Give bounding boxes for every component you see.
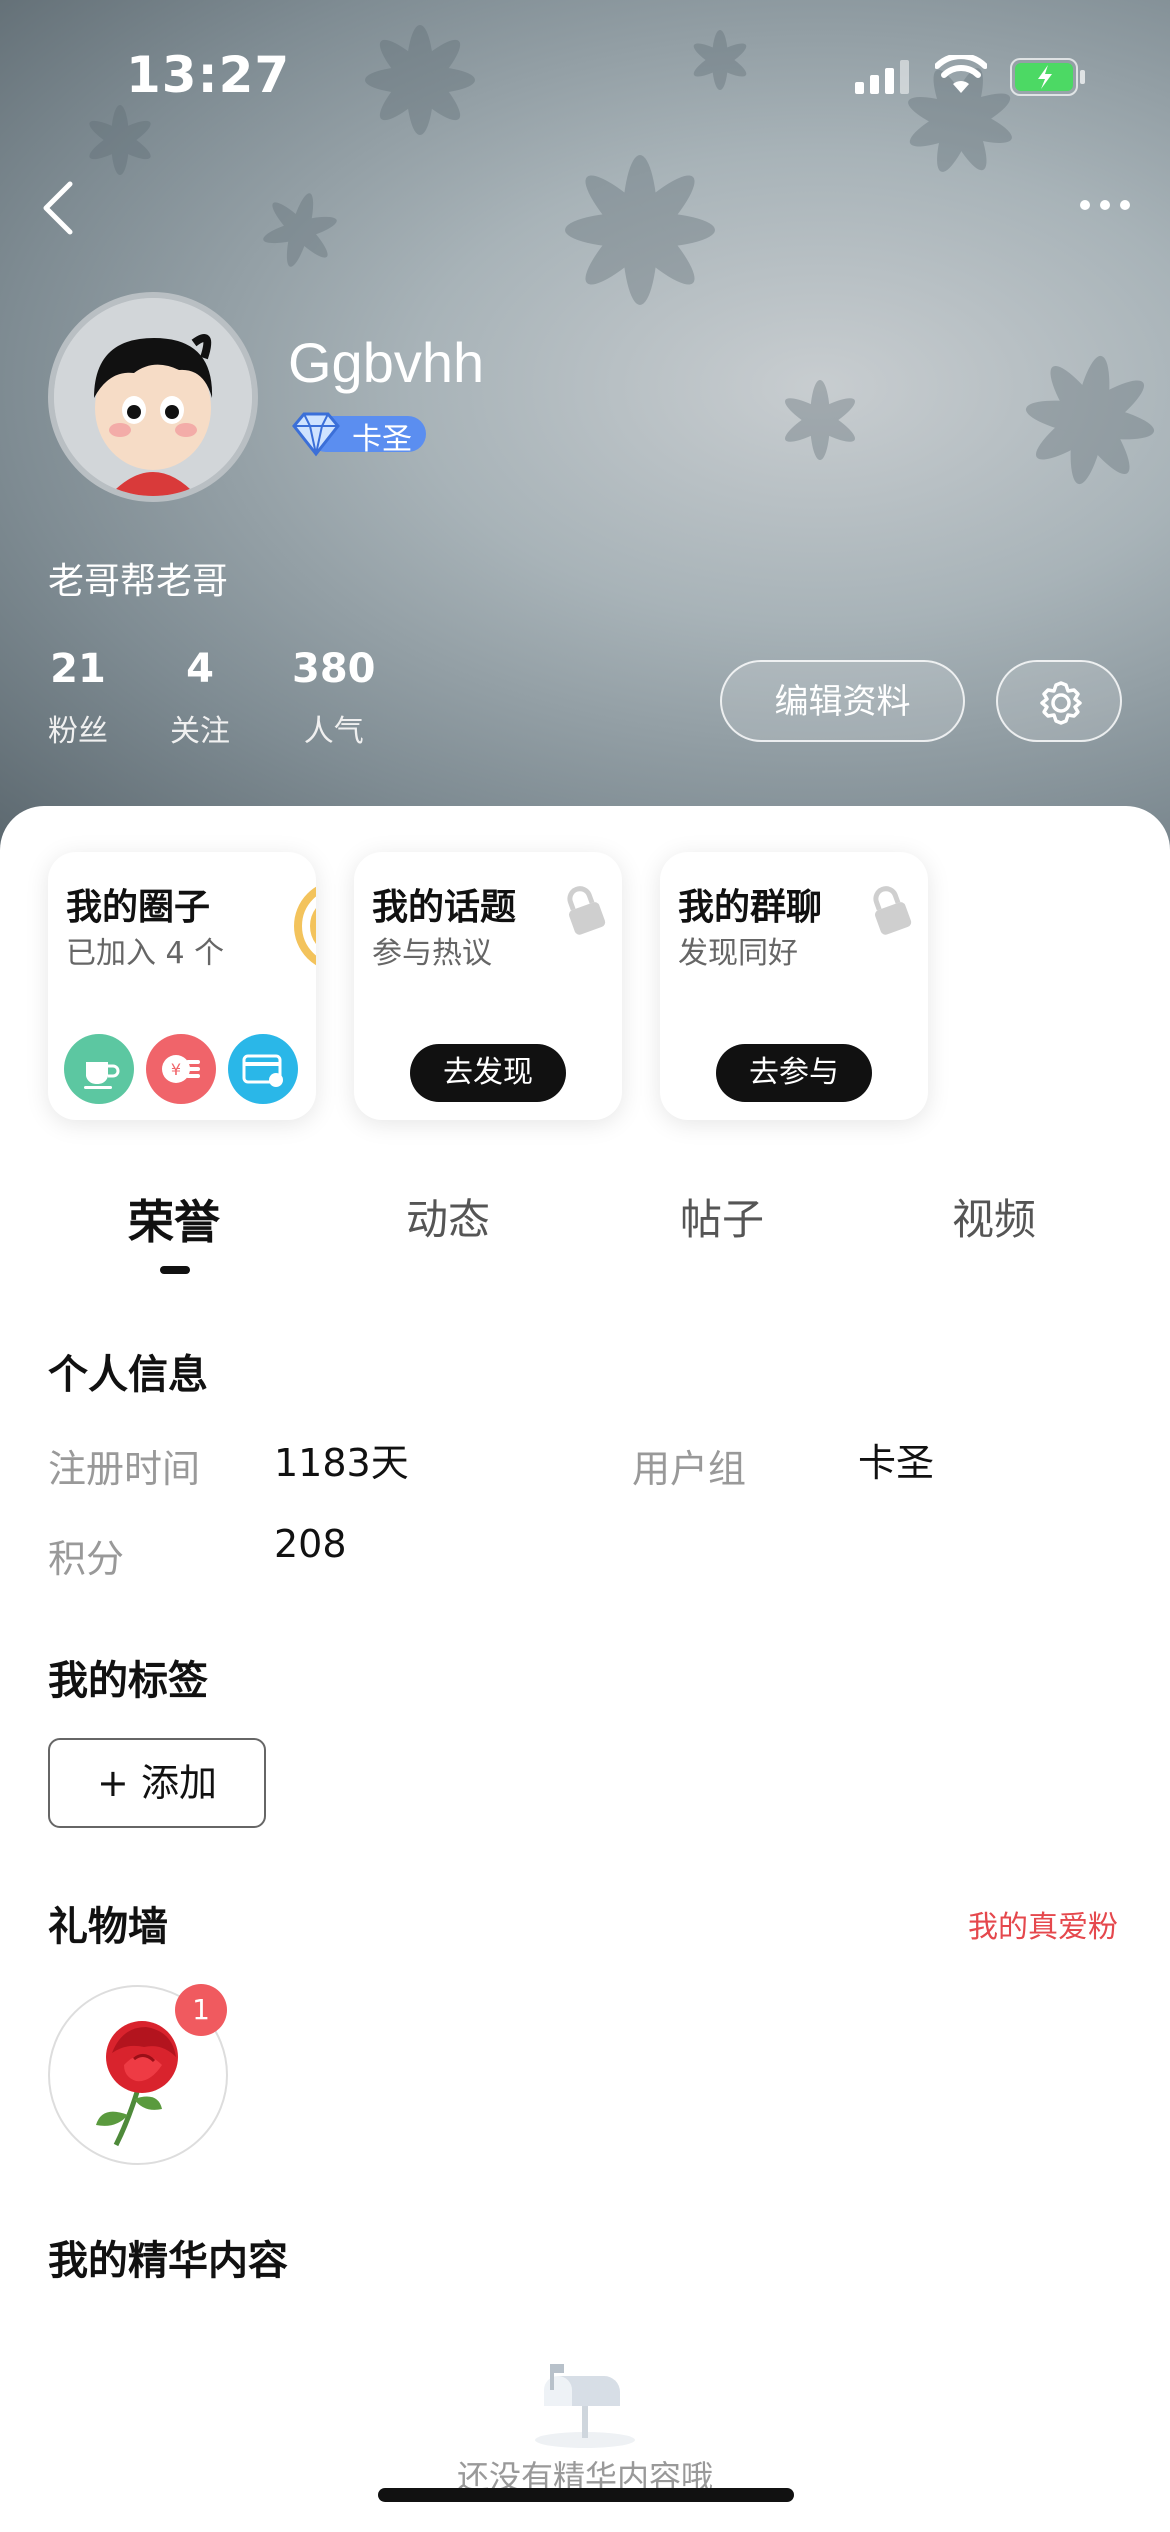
coffee-icon: [64, 1034, 134, 1104]
join-button[interactable]: 去参与: [716, 1044, 872, 1102]
lock-icon: [873, 886, 912, 935]
username: Ggbvhh: [288, 331, 485, 394]
avatar[interactable]: [48, 292, 258, 502]
coin-icon: ¥: [146, 1034, 216, 1104]
stat-label: 人气: [303, 714, 364, 749]
card-subtitle: 发现同好: [678, 936, 798, 971]
mailbox-icon: [535, 2364, 635, 2448]
signal-icon: [855, 60, 909, 94]
back-button[interactable]: [30, 172, 90, 242]
stat-label: 粉丝: [48, 714, 108, 749]
lock-icon: [567, 886, 606, 935]
stat-popularity[interactable]: 380 人气: [292, 646, 376, 750]
settings-button[interactable]: [996, 660, 1122, 742]
tab-active-indicator: [160, 1266, 190, 1274]
svg-text:¥: ¥: [171, 1060, 181, 1079]
profile-bio: 老哥帮老哥: [48, 561, 229, 602]
more-options-icon[interactable]: [1075, 185, 1135, 225]
avatar-cartoon: [54, 298, 252, 496]
card-my-circles[interactable]: 我的圈子 已加入 4 个 ¥: [48, 852, 316, 1120]
card-my-topics[interactable]: 我的话题 参与热议 去发现: [354, 852, 622, 1120]
gear-icon: [1040, 681, 1082, 725]
stat-fans[interactable]: 21 粉丝: [48, 646, 108, 750]
tab-posts[interactable]: 帖子: [680, 1186, 764, 1247]
stat-value: 4: [186, 646, 214, 692]
status-time: 13:27: [126, 46, 291, 104]
status-bar: 13:27: [0, 0, 1170, 150]
wifi-icon: [935, 55, 987, 93]
stat-label: 关注: [170, 714, 230, 749]
add-tag-button[interactable]: + 添加: [48, 1738, 266, 1828]
discover-button[interactable]: 去发现: [410, 1044, 566, 1102]
card-my-groups[interactable]: 我的群聊 发现同好 去参与: [660, 852, 928, 1120]
battery-icon: [1010, 58, 1085, 96]
level-badge-text: 卡圣: [352, 422, 412, 457]
stat-value: 21: [50, 646, 106, 692]
stat-value: 380: [292, 646, 376, 692]
tab-activity[interactable]: 动态: [406, 1186, 490, 1247]
featured-title: 我的精华内容: [48, 2238, 288, 2284]
card-title: 我的话题: [372, 887, 517, 928]
tab-honors[interactable]: 荣誉: [128, 1186, 220, 1252]
edit-profile-button[interactable]: 编辑资料: [720, 660, 965, 742]
tags-title: 我的标签: [48, 1658, 208, 1704]
user-group-value: 卡圣: [858, 1441, 935, 1485]
card-title: 我的圈子: [66, 887, 211, 928]
points-value: 208: [274, 1522, 347, 1566]
card-title: 我的群聊: [678, 887, 823, 928]
gift-wall-title: 礼物墙: [48, 1904, 168, 1950]
card-subtitle: 已加入 4 个: [66, 936, 225, 971]
profile-tabs: 荣誉 动态 帖子 视频: [0, 1186, 1170, 1276]
stat-following[interactable]: 4 关注: [170, 646, 230, 750]
points-label: 积分: [48, 1537, 125, 1581]
ring-icon: [294, 886, 316, 966]
user-group-label: 用户组: [632, 1447, 747, 1491]
card-icon: [228, 1034, 298, 1104]
register-time-label: 注册时间: [48, 1447, 201, 1491]
tab-videos[interactable]: 视频: [952, 1186, 1036, 1247]
personal-info-title: 个人信息: [48, 1352, 208, 1398]
card-subtitle: 参与热议: [372, 936, 492, 971]
true-fans-link[interactable]: 我的真爱粉: [968, 1902, 1118, 1946]
home-indicator[interactable]: [378, 2488, 794, 2502]
register-time-value: 1183天: [274, 1441, 409, 1485]
gift-count-badge: 1: [175, 1984, 227, 2036]
